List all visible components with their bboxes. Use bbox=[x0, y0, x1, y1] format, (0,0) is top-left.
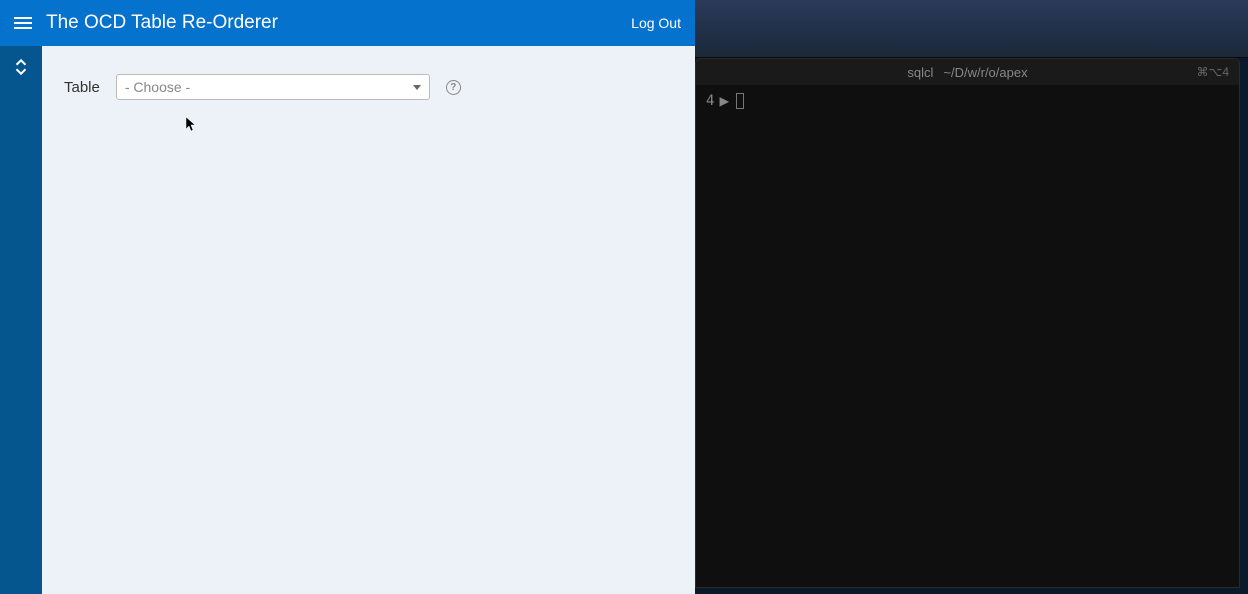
logout-link[interactable]: Log Out bbox=[631, 15, 681, 31]
help-icon[interactable]: ? bbox=[446, 80, 461, 95]
body-wrap: Table - Choose - ? bbox=[0, 46, 695, 594]
terminal-path: ~/D/w/r/o/apex bbox=[943, 65, 1027, 80]
chevron-down-icon bbox=[413, 85, 421, 90]
desktop-wallpaper bbox=[695, 0, 1248, 58]
terminal-body[interactable]: 4 ▶ bbox=[696, 85, 1239, 116]
terminal-titlebar: sqlcl ~/D/w/r/o/apex ⌘⌥4 bbox=[696, 59, 1239, 85]
table-select[interactable]: - Choose - bbox=[116, 74, 430, 100]
terminal-shortcut-hint: ⌘⌥4 bbox=[1196, 65, 1229, 79]
terminal-prompt: 4 ▶ bbox=[706, 91, 1229, 110]
expand-collapse-icon[interactable] bbox=[12, 58, 30, 76]
mouse-cursor-icon bbox=[186, 117, 198, 133]
terminal-cursor bbox=[736, 93, 744, 109]
header-bar: The OCD Table Re-Orderer Log Out bbox=[0, 0, 695, 46]
terminal-app-name: sqlcl bbox=[907, 65, 933, 80]
main-content: Table - Choose - ? bbox=[42, 46, 695, 594]
app-pane: The OCD Table Re-Orderer Log Out Table -… bbox=[0, 0, 695, 594]
hamburger-menu-icon[interactable] bbox=[14, 14, 32, 32]
table-select-placeholder: - Choose - bbox=[125, 79, 413, 95]
sidebar-rail bbox=[0, 46, 42, 594]
desktop-pane: sqlcl ~/D/w/r/o/apex ⌘⌥4 4 ▶ bbox=[695, 0, 1248, 594]
prompt-number: 4 bbox=[706, 93, 714, 109]
table-label: Table bbox=[64, 79, 100, 96]
app-title: The OCD Table Re-Orderer bbox=[46, 12, 631, 34]
terminal-window[interactable]: sqlcl ~/D/w/r/o/apex ⌘⌥4 4 ▶ bbox=[695, 58, 1240, 588]
prompt-arrow-icon: ▶ bbox=[719, 91, 729, 110]
table-form-row: Table - Choose - ? bbox=[64, 74, 695, 100]
